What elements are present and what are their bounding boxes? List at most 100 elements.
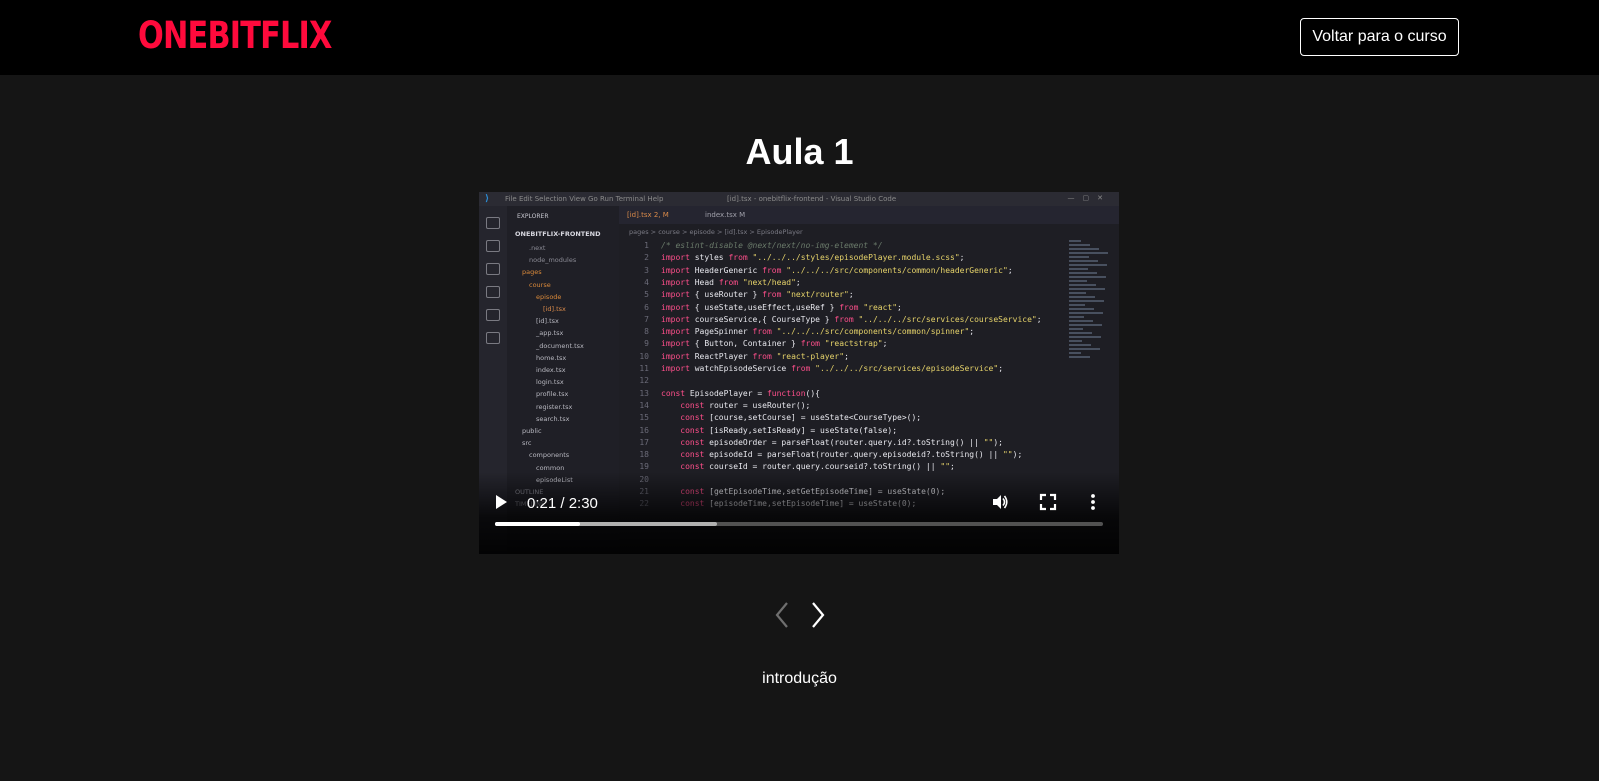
top-header: ONEBITFLIX Voltar para o curso: [0, 0, 1599, 75]
minimap-line: [1069, 292, 1086, 294]
explorer-tree-item: episode: [536, 292, 562, 301]
chevron-left-icon: [775, 602, 788, 628]
code-line-number: 9: [644, 339, 649, 349]
lesson-title: Aula 1: [745, 131, 854, 172]
explorer-tree-item: public: [522, 427, 542, 435]
fullscreen-button[interactable]: [1038, 492, 1058, 512]
code-line-number: 18: [639, 450, 649, 460]
minimap-line: [1069, 288, 1105, 290]
minimap-line: [1069, 324, 1102, 326]
explorer-tree-item: login.tsx: [536, 378, 564, 387]
code-line-number: 12: [639, 376, 649, 386]
editor-tab: [id].tsx 2, M: [627, 211, 669, 219]
code-line: const [isReady,setIsReady] = useState(fa…: [680, 425, 898, 435]
minimap-line: [1069, 308, 1094, 310]
minimap-line: [1069, 300, 1104, 302]
code-line: const EpisodePlayer = function(){: [661, 388, 820, 398]
code-line: import PageSpinner from "../../../src/co…: [661, 327, 975, 337]
code-line: import { useState,useEffect,useRef } fro…: [661, 302, 902, 312]
code-line-number: 3: [644, 265, 649, 275]
code-line-number: 11: [639, 364, 649, 373]
video-frame-window-title: [id].tsx - onebitflix-frontend - Visual …: [727, 195, 897, 203]
code-line: const [course,setCourse] = useState<Cour…: [680, 413, 922, 423]
explorer-tree-item: register.tsx: [536, 402, 573, 411]
explorer-tree-item: home.tsx: [536, 353, 567, 362]
explorer-tree-item: _document.tsx: [536, 341, 584, 350]
code-line-number: 10: [639, 351, 649, 361]
code-line-number: 15: [639, 413, 649, 423]
minimap-line: [1069, 340, 1082, 342]
explorer-tree-item: common: [536, 463, 565, 472]
previous-episode-button[interactable]: [772, 600, 794, 630]
vscode-logo-icon: ⟩: [485, 194, 490, 204]
play-icon: [496, 495, 507, 509]
code-line-number: 13: [639, 388, 649, 398]
code-line: const router = useRouter();: [680, 400, 811, 410]
explorer-tree-item: course: [529, 280, 551, 289]
progress-track[interactable]: [495, 522, 1103, 526]
extensions-icon: [486, 309, 500, 321]
more-options-button[interactable]: [1083, 492, 1103, 512]
video-time: 0:21 / 2:30: [527, 495, 598, 512]
code-line-number: 7: [644, 314, 649, 324]
window-controls-icon: —▢✕: [1067, 194, 1111, 202]
minimap-line: [1069, 304, 1085, 306]
minimap-line: [1069, 268, 1088, 270]
explorer-tree-item: profile.tsx: [536, 390, 569, 399]
minimap-line: [1069, 272, 1097, 274]
minimap-line: [1069, 328, 1083, 330]
volume-button[interactable]: [990, 492, 1010, 512]
explorer-tree-item: src: [522, 439, 532, 448]
next-episode-button[interactable]: [806, 600, 828, 630]
source-control-icon: [486, 263, 500, 275]
run-debug-icon: [486, 286, 500, 298]
code-line: import courseService,{ CourseType } from…: [661, 314, 1042, 324]
explorer-tree-item: node_modules: [529, 256, 577, 265]
minimap-line: [1069, 276, 1106, 278]
play-button[interactable]: [491, 492, 511, 512]
code-line-number: 8: [644, 327, 649, 337]
files-icon: [486, 217, 500, 229]
testing-icon: [486, 332, 500, 344]
explorer-tree-item: components: [529, 451, 570, 460]
code-line: import HeaderGeneric from "../../../src/…: [661, 265, 1013, 275]
back-to-course-button[interactable]: Voltar para o curso: [1300, 18, 1459, 56]
code-line: import Head from "next/head";: [661, 277, 801, 287]
video-frame-titlebar: ⟩ File Edit Selection View Go Run Termin…: [479, 192, 1119, 206]
minimap-line: [1069, 260, 1098, 262]
minimap-line: [1069, 252, 1108, 254]
explorer-tree-item: [id].tsx: [536, 317, 559, 326]
explorer-tree-item: search.tsx: [536, 414, 570, 423]
minimap-line: [1069, 280, 1087, 282]
code-line: const episodeOrder = parseFloat(router.q…: [680, 437, 1003, 447]
minimap-line: [1069, 348, 1100, 350]
code-line-number: 1: [644, 241, 649, 250]
code-line-number: 17: [639, 437, 649, 447]
minimap-line: [1069, 336, 1101, 338]
explorer-tree-item: pages: [522, 268, 542, 277]
minimap-line: [1069, 344, 1091, 346]
code-line: /* eslint-disable @next/next/no-img-elem…: [661, 241, 883, 250]
minimap-line: [1069, 352, 1081, 354]
minimap-line: [1069, 312, 1103, 314]
fullscreen-icon: [1039, 493, 1057, 511]
explorer-tree-item: .next: [529, 244, 546, 252]
video-frame-menu: File Edit Selection View Go Run Terminal…: [505, 195, 664, 203]
player-controls: 0:21 / 2:30: [479, 472, 1119, 554]
code-line: import ReactPlayer from "react-player";: [661, 351, 849, 361]
onebitflix-logo[interactable]: ONEBITFLIX: [138, 14, 332, 57]
code-line: import { useRouter } from "next/router";: [661, 290, 854, 300]
explorer-project-name: ONEBITFLIX-FRONTEND: [515, 230, 601, 238]
code-line: import styles from "../../../styles/epis…: [661, 253, 965, 263]
minimap-line: [1069, 248, 1099, 250]
editor-tab: index.tsx M: [705, 211, 746, 219]
code-line-number: 5: [644, 290, 649, 300]
editor-tabs: [id].tsx 2, M index.tsx M: [619, 206, 1119, 224]
minimap-line: [1069, 244, 1090, 246]
volume-icon: [993, 495, 1008, 509]
video-player[interactable]: ⟩ File Edit Selection View Go Run Termin…: [479, 192, 1119, 554]
code-line-number: 14: [639, 400, 649, 410]
minimap-line: [1069, 320, 1093, 322]
code-line-number: 2: [644, 253, 649, 263]
minimap-line: [1069, 332, 1092, 334]
